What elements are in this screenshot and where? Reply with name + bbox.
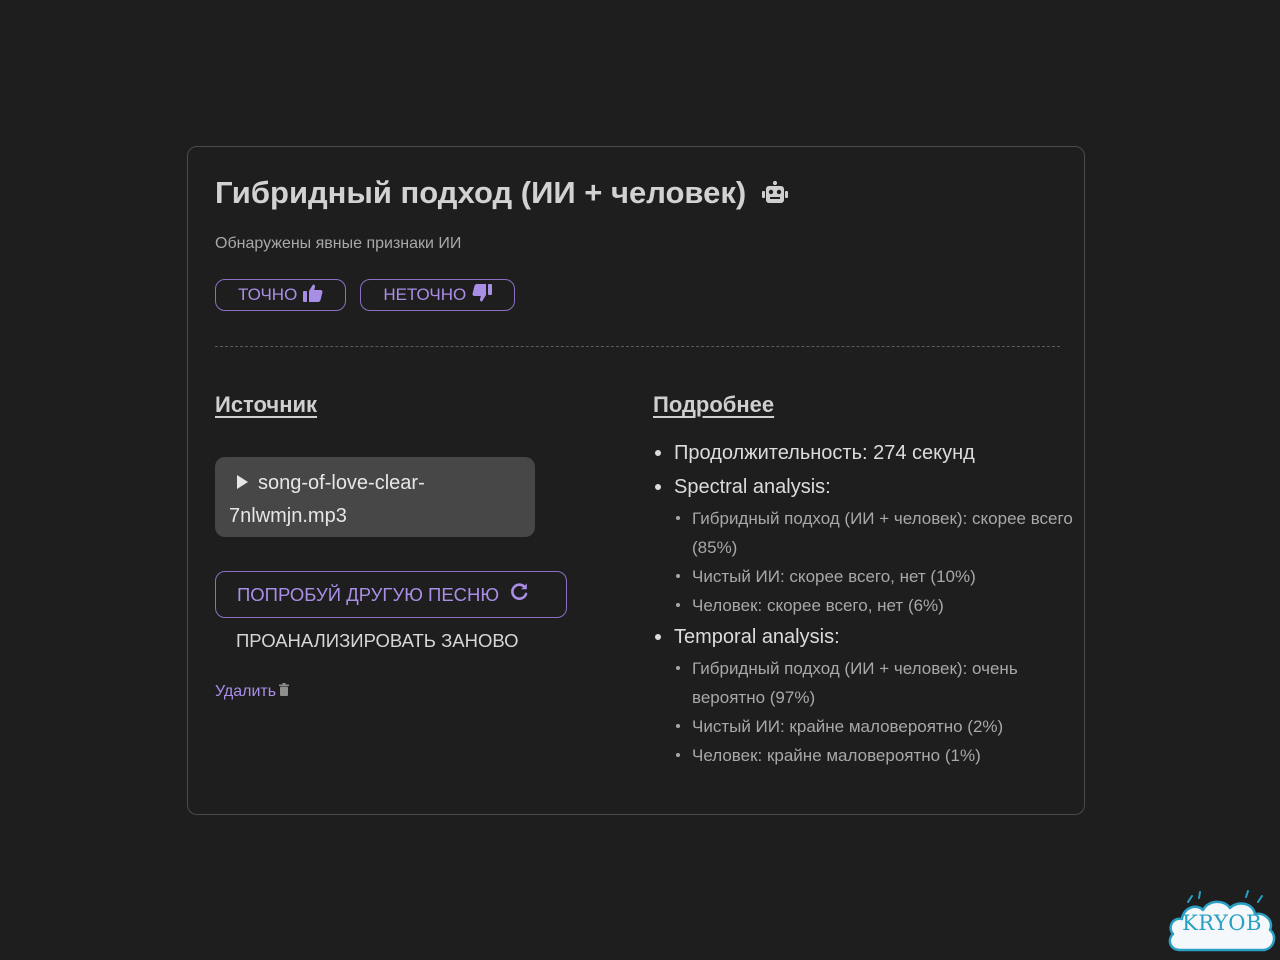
try-another-song-button[interactable]: ПОПРОБУЙ ДРУГУЮ ПЕСНЮ [215, 571, 567, 618]
result-subtitle: Обнаружены явные признаки ИИ [215, 235, 462, 252]
spectral-result-human: Человек: скорее всего, нет (6%) [674, 591, 1073, 620]
temporal-result-pure-ai: Чистый ИИ: крайне маловероятно (2%) [674, 712, 1073, 741]
robot-icon [762, 181, 789, 205]
logo-text: KRYOB [1182, 911, 1262, 935]
thumbs-up-icon [303, 284, 323, 307]
spectral-analysis-item: Spectral analysis: Гибридный подход (ИИ … [653, 470, 1073, 620]
reanalyze-button[interactable]: ПРОАНАЛИЗИРОВАТЬ ЗАНОВО [236, 630, 518, 652]
kryob-logo: KRYOB [1166, 888, 1278, 958]
refresh-icon [509, 582, 529, 607]
spectral-analysis-label: Spectral analysis: [674, 476, 831, 498]
audio-filename: song-of-love-clear-7nlwmjn.mp3 [229, 472, 425, 527]
temporal-result-hybrid: Гибридный подход (ИИ + человек): очень в… [674, 654, 1073, 712]
source-heading: Источник [215, 392, 318, 417]
duration-item: Продолжительность: 274 секунд [653, 436, 1073, 470]
temporal-analysis-item: Temporal analysis: Гибридный подход (ИИ … [653, 620, 1073, 770]
spectral-analysis-list: Гибридный подход (ИИ + человек): скорее … [674, 504, 1073, 620]
delete-link[interactable]: Удалить [215, 683, 290, 701]
temporal-analysis-label: Temporal analysis: [674, 626, 840, 648]
details-list: Продолжительность: 274 секунд Spectral a… [653, 436, 1073, 770]
inaccurate-label: НЕТОЧНО [383, 285, 467, 304]
try-another-label: ПОПРОБУЙ ДРУГУЮ ПЕСНЮ [237, 583, 500, 605]
feedback-buttons: ТОЧНО НЕТОЧНО [215, 279, 516, 311]
thumbs-down-icon [472, 283, 493, 307]
temporal-result-human: Человек: крайне маловероятно (1%) [674, 741, 1073, 770]
section-divider [215, 346, 1060, 347]
result-title: Гибридный подход (ИИ + человек) [215, 175, 747, 210]
accurate-button[interactable]: ТОЧНО [215, 279, 347, 311]
play-icon[interactable] [237, 474, 248, 489]
inaccurate-button[interactable]: НЕТОЧНО [360, 279, 516, 311]
trash-icon [279, 683, 290, 701]
spectral-result-pure-ai: Чистый ИИ: скорее всего, нет (10%) [674, 562, 1073, 591]
result-card: Гибридный подход (ИИ + человек) Обнаруже… [187, 146, 1085, 815]
temporal-analysis-list: Гибридный подход (ИИ + человек): очень в… [674, 654, 1073, 770]
spectral-result-hybrid: Гибридный подход (ИИ + человек): скорее … [674, 504, 1073, 562]
audio-player[interactable]: song-of-love-clear-7nlwmjn.mp3 [215, 457, 535, 537]
result-title-row: Гибридный подход (ИИ + человек) [215, 175, 789, 211]
accurate-label: ТОЧНО [238, 285, 298, 304]
delete-label: Удалить [215, 683, 277, 700]
details-heading: Подробнее [653, 392, 775, 417]
